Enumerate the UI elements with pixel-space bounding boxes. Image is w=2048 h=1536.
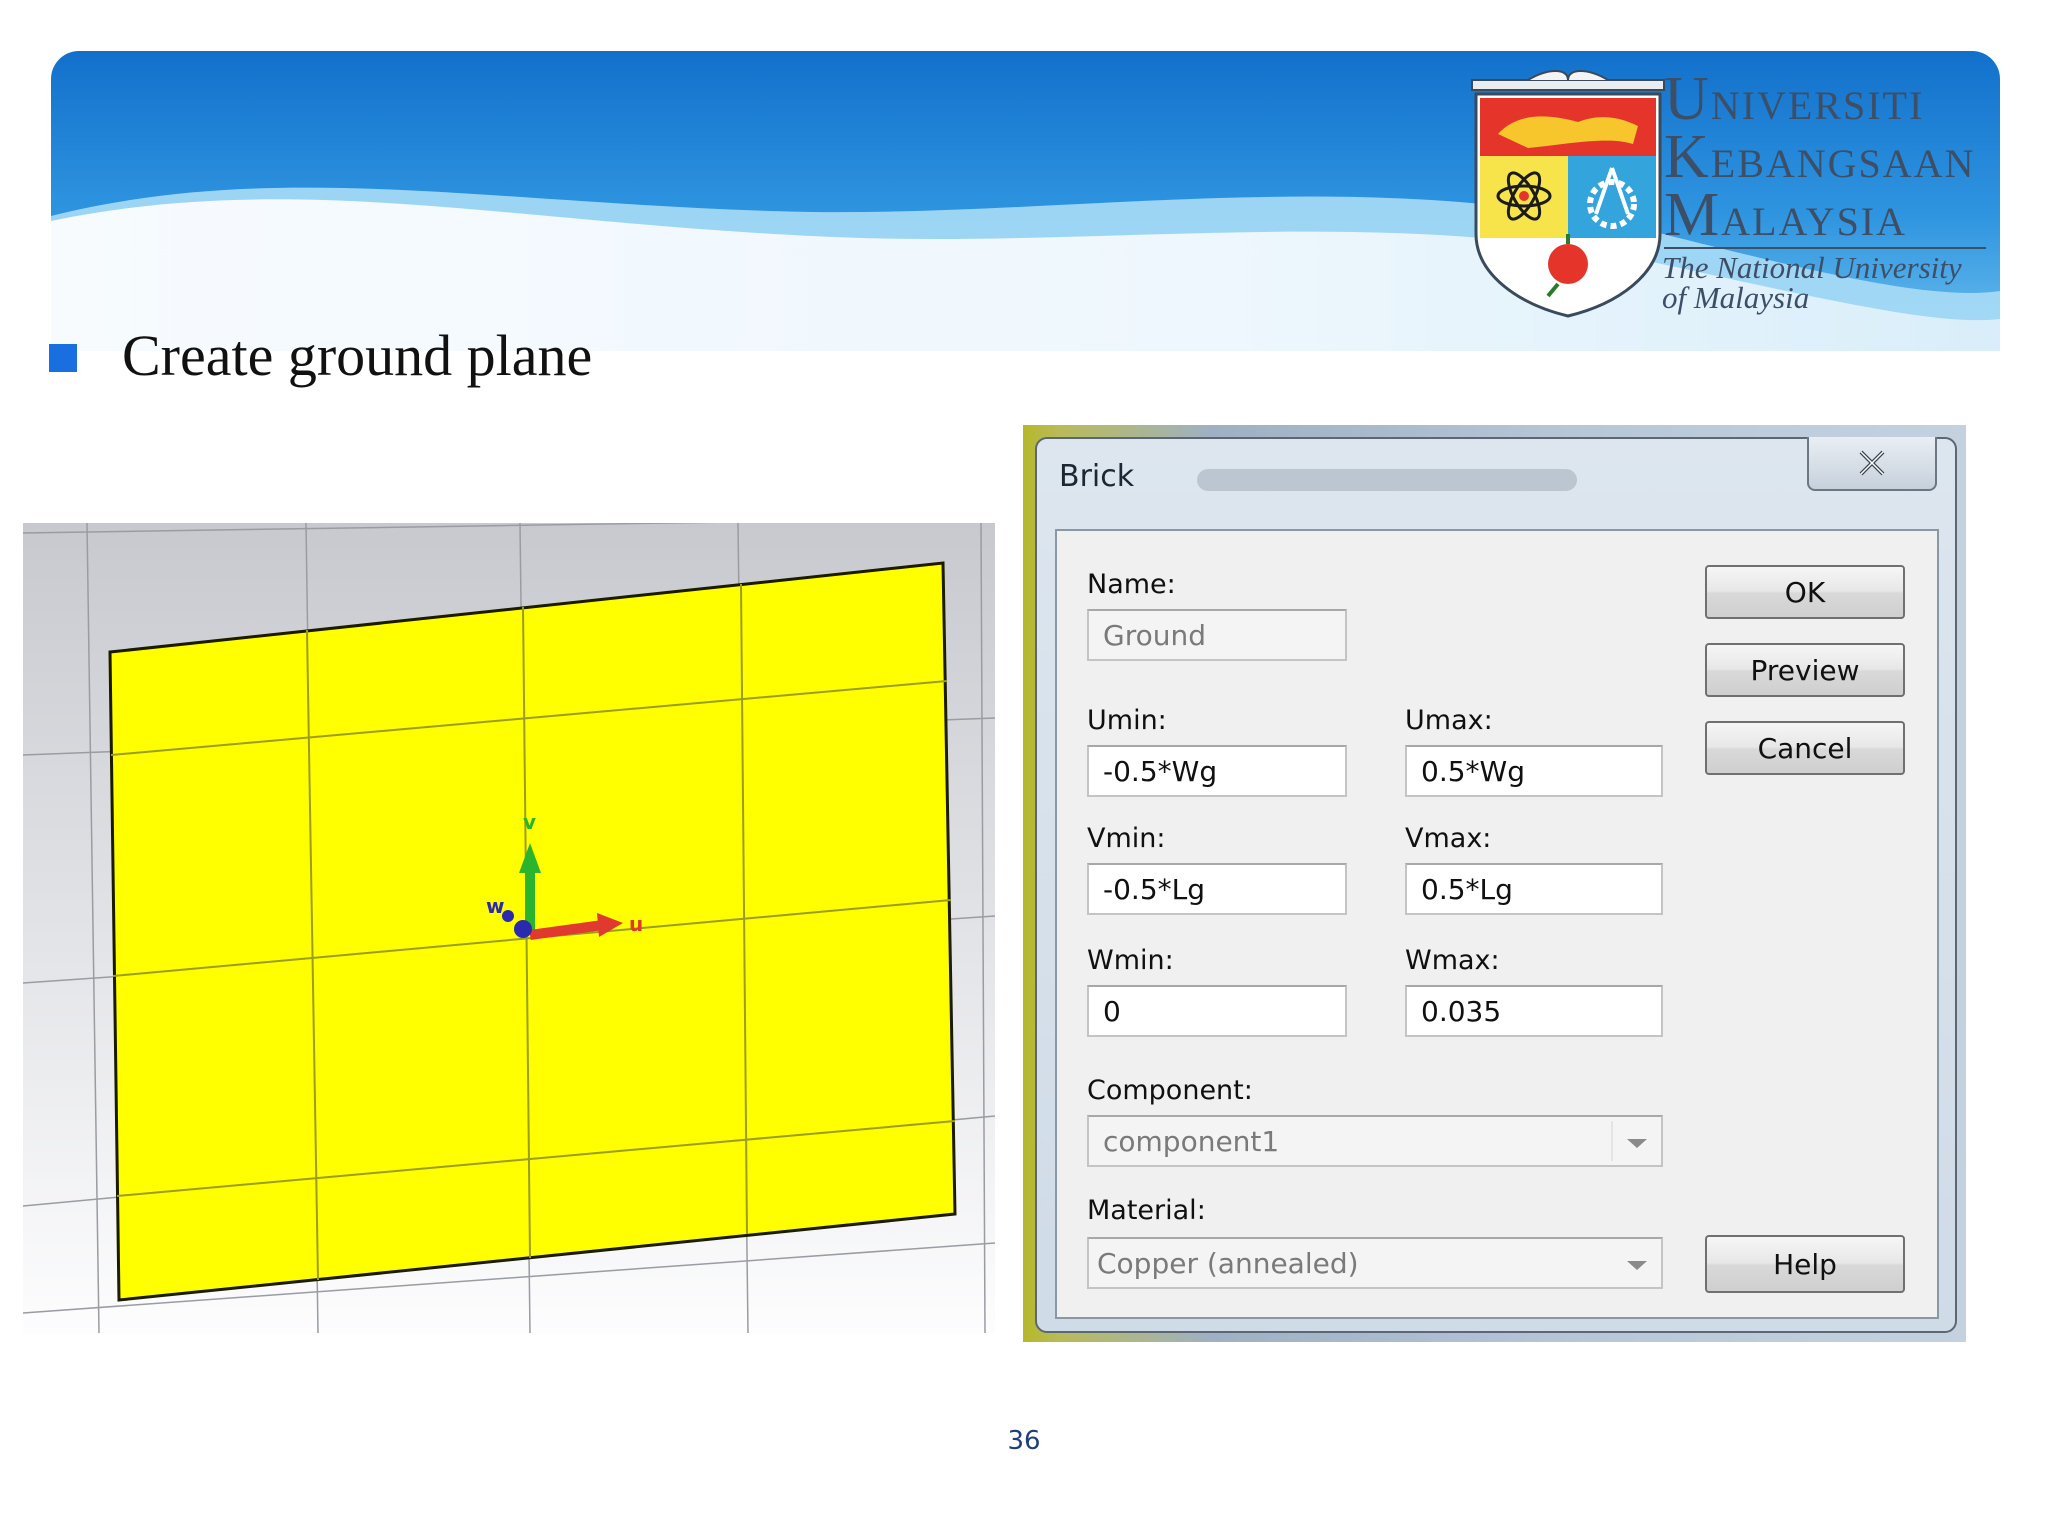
material-label: Material: bbox=[1087, 1195, 1206, 1226]
university-name-line-3: MALAYSIA bbox=[1664, 181, 1908, 249]
umax-label: Umax: bbox=[1405, 705, 1493, 736]
ok-button[interactable]: OK bbox=[1705, 565, 1905, 619]
material-value: Copper (annealed) bbox=[1097, 1247, 1359, 1280]
brick-dialog-screenshot: Brick Name: Ground Umin: -0.5*Wg Umax: 0… bbox=[1023, 425, 1966, 1342]
wmin-field[interactable]: 0 bbox=[1087, 985, 1347, 1037]
name-label: Name: bbox=[1087, 569, 1176, 600]
w-axis-label: w bbox=[486, 894, 504, 918]
close-icon bbox=[1859, 450, 1885, 476]
umin-label: Umin: bbox=[1087, 705, 1167, 736]
page-number: 36 bbox=[1007, 1426, 1041, 1456]
bullet-square-icon bbox=[49, 344, 77, 372]
umax-field[interactable]: 0.5*Wg bbox=[1405, 745, 1663, 797]
dialog-title: Brick bbox=[1059, 459, 1135, 494]
chevron-down-icon bbox=[1627, 1139, 1647, 1148]
ukm-crest-icon bbox=[1471, 70, 1665, 318]
cst-3d-viewport[interactable]: v u w bbox=[23, 523, 995, 1333]
component-value: component1 bbox=[1103, 1125, 1280, 1158]
close-button[interactable] bbox=[1807, 437, 1937, 491]
material-select[interactable]: Copper (annealed) bbox=[1087, 1237, 1663, 1289]
chevron-down-icon bbox=[1627, 1261, 1647, 1270]
component-label: Component: bbox=[1087, 1075, 1253, 1106]
vmin-label: Vmin: bbox=[1087, 823, 1166, 854]
vmin-field[interactable]: -0.5*Lg bbox=[1087, 863, 1347, 915]
u-axis-label: u bbox=[629, 912, 643, 936]
help-button[interactable]: Help bbox=[1705, 1235, 1905, 1293]
v-axis-label: v bbox=[523, 810, 536, 834]
cancel-button[interactable]: Cancel bbox=[1705, 721, 1905, 775]
preview-button[interactable]: Preview bbox=[1705, 643, 1905, 697]
wmin-label: Wmin: bbox=[1087, 945, 1174, 976]
slide-heading: Create ground plane bbox=[122, 323, 593, 388]
wmax-label: Wmax: bbox=[1405, 945, 1500, 976]
title-blurred-text bbox=[1197, 469, 1577, 491]
wmax-field[interactable]: 0.035 bbox=[1405, 985, 1663, 1037]
vmax-label: Vmax: bbox=[1405, 823, 1492, 854]
vmax-field[interactable]: 0.5*Lg bbox=[1405, 863, 1663, 915]
dialog-body: Name: Ground Umin: -0.5*Wg Umax: 0.5*Wg … bbox=[1055, 529, 1939, 1319]
brick-dialog: Brick Name: Ground Umin: -0.5*Wg Umax: 0… bbox=[1035, 437, 1957, 1333]
umin-field[interactable]: -0.5*Wg bbox=[1087, 745, 1347, 797]
select-separator bbox=[1611, 1121, 1613, 1161]
logo-divider bbox=[1664, 247, 1986, 249]
university-tagline-2: of Malaysia bbox=[1662, 280, 1810, 315]
name-field[interactable]: Ground bbox=[1087, 609, 1347, 661]
component-select[interactable]: component1 bbox=[1087, 1115, 1663, 1167]
